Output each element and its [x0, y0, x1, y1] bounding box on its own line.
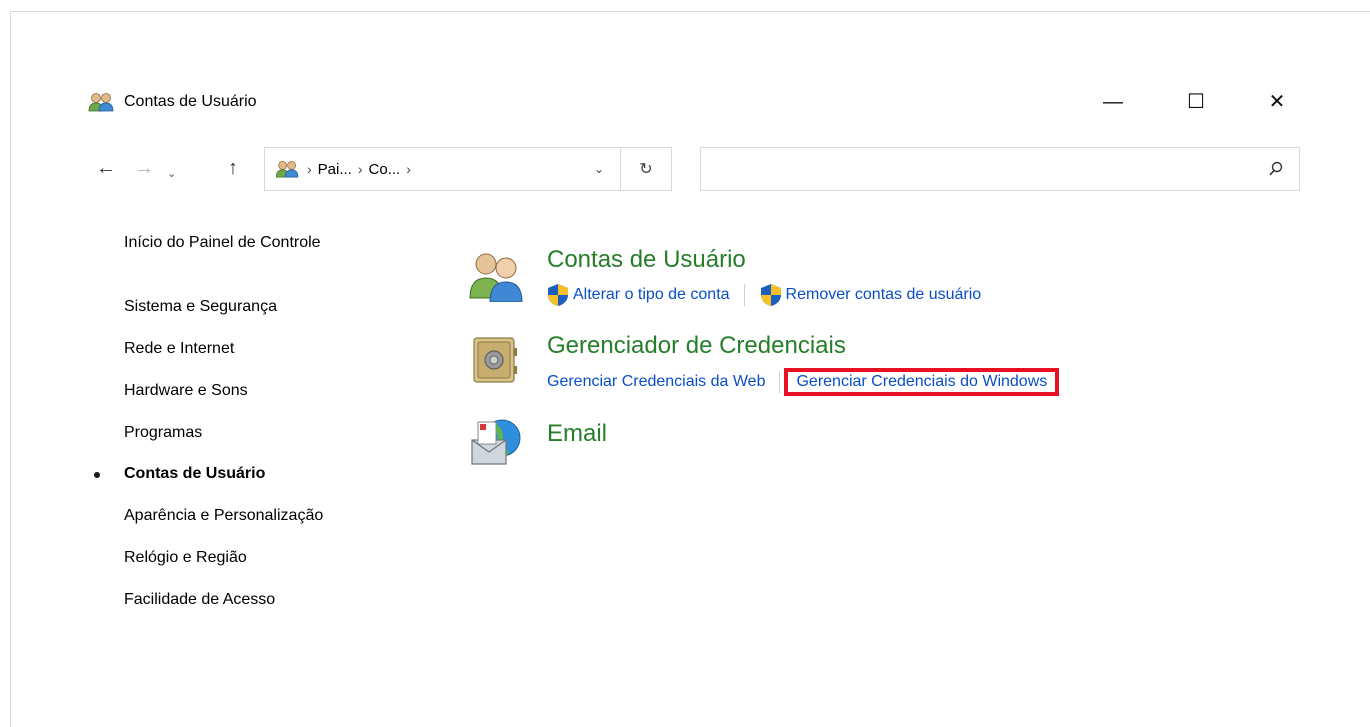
breadcrumb[interactable]: › Pai... › Co... ›: [265, 160, 578, 178]
breadcrumb-item[interactable]: Co...: [369, 161, 401, 178]
users-icon: [275, 160, 299, 178]
up-button[interactable]: ↑: [228, 156, 238, 180]
sidebar-item-user-accounts[interactable]: Contas de Usuário: [94, 465, 266, 483]
recent-locations-button[interactable]: ⌄: [167, 162, 176, 186]
address-dropdown-button[interactable]: ⌄: [578, 162, 620, 176]
sidebar-item-hardware-sound[interactable]: Hardware e Sons: [124, 382, 248, 400]
users-icon[interactable]: [466, 250, 528, 302]
breadcrumb-separator[interactable]: ›: [406, 161, 411, 177]
link-separator: [743, 284, 745, 306]
breadcrumb-separator[interactable]: ›: [358, 161, 363, 177]
sidebar-item-clock-region[interactable]: Relógio e Região: [124, 549, 247, 567]
sidebar-item-appearance[interactable]: Aparência e Personalização: [124, 507, 323, 525]
manage-web-credentials-link[interactable]: Gerenciar Credenciais da Web: [547, 373, 765, 391]
category-links-credential-manager: Gerenciar Credenciais da Web Gerenciar C…: [547, 368, 1060, 396]
category-title-email[interactable]: Email: [547, 420, 607, 448]
category-links-user-accounts: Alterar o tipo de conta Remover contas d…: [546, 283, 981, 307]
refresh-button[interactable]: ↻: [621, 159, 671, 179]
mail-icon[interactable]: [466, 414, 524, 470]
remove-user-accounts-link[interactable]: Remover contas de usuário: [786, 286, 982, 304]
sidebar-item-control-panel-home[interactable]: Início do Painel de Controle: [124, 234, 321, 252]
sidebar-item-programs[interactable]: Programas: [124, 424, 202, 442]
current-item-bullet: [94, 472, 100, 478]
forward-button[interactable]: →: [134, 156, 154, 180]
sidebar-item-label: Contas de Usuário: [124, 465, 266, 482]
users-icon: [88, 93, 114, 112]
back-button[interactable]: ←: [96, 156, 116, 180]
category-title-user-accounts[interactable]: Contas de Usuário: [547, 246, 746, 274]
title-bar: Contas de Usuário: [88, 92, 257, 112]
uac-shield-icon: [548, 284, 568, 306]
search-box[interactable]: [700, 147, 1300, 191]
sidebar-item-network-internet[interactable]: Rede e Internet: [124, 340, 234, 358]
maximize-button[interactable]: ☐: [1180, 86, 1212, 118]
link-separator: [779, 371, 781, 393]
minimize-button[interactable]: —: [1097, 86, 1129, 118]
category-title-credential-manager[interactable]: Gerenciador de Credenciais: [547, 332, 846, 360]
window-title: Contas de Usuário: [124, 93, 257, 110]
search-input[interactable]: [709, 158, 1253, 182]
breadcrumb-item[interactable]: Pai...: [318, 161, 352, 178]
sidebar-item-system-security[interactable]: Sistema e Segurança: [124, 298, 277, 316]
search-icon[interactable]: [1267, 160, 1285, 178]
manage-windows-credentials-link[interactable]: Gerenciar Credenciais do Windows: [784, 368, 1060, 396]
breadcrumb-separator[interactable]: ›: [307, 161, 312, 177]
vault-icon[interactable]: [470, 334, 520, 386]
sidebar-item-ease-of-access[interactable]: Facilidade de Acesso: [124, 591, 275, 609]
address-bar[interactable]: › Pai... › Co... › ⌄ ↻: [264, 147, 672, 191]
uac-shield-icon: [760, 284, 781, 306]
change-account-type-link[interactable]: Alterar o tipo de conta: [573, 286, 730, 304]
close-button[interactable]: ✕: [1261, 86, 1293, 118]
